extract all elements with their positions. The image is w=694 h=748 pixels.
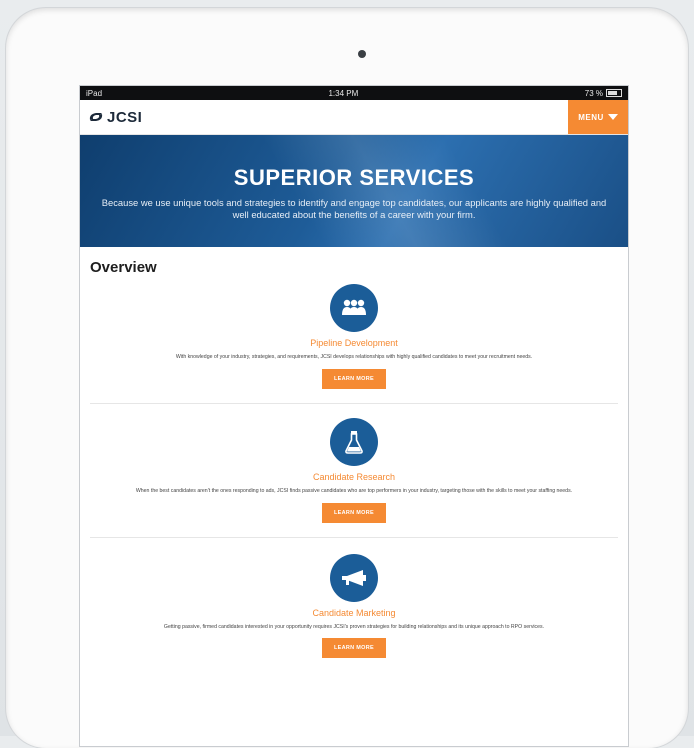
battery-indicator: 73 % [585, 89, 622, 98]
service-name[interactable]: Candidate Research [80, 472, 628, 482]
flask-icon [330, 417, 378, 466]
learn-more-button[interactable]: LEARN MORE [322, 638, 386, 659]
service-card: Pipeline Development With knowledge of y… [80, 282, 628, 403]
menu-label: MENU [578, 112, 604, 122]
menu-button[interactable]: MENU [568, 100, 628, 134]
learn-more-button[interactable]: LEARN MORE [322, 502, 386, 523]
service-card: Candidate Marketing Getting passive, fir… [80, 538, 628, 659]
hero-banner: SUPERIOR SERVICES Because we use unique … [80, 135, 628, 247]
hero-subtitle: Because we use unique tools and strategi… [101, 197, 607, 221]
navbar: JCSI MENU [80, 100, 628, 135]
tablet-screen: iPad 1:34 PM 73 % JCSI MENU SUPERIOR SER… [80, 86, 628, 746]
service-description: With knowledge of your industry, strateg… [175, 354, 533, 360]
section-title: Overview [90, 259, 157, 276]
learn-more-button[interactable]: LEARN MORE [322, 368, 386, 389]
battery-icon [605, 89, 622, 98]
people-icon [330, 284, 378, 332]
site-logo[interactable]: JCSI [80, 109, 142, 126]
front-camera [358, 50, 366, 58]
service-description: Getting passive, firmed candidates inter… [163, 623, 545, 630]
service-name[interactable]: Candidate Marketing [80, 608, 628, 618]
device-label: iPad [86, 88, 103, 98]
chevron-down-icon [607, 114, 618, 120]
hero-title: SUPERIOR SERVICES [233, 165, 475, 190]
status-bar: iPad 1:34 PM 73 % [80, 86, 628, 100]
megaphone-icon [330, 553, 378, 602]
service-name[interactable]: Pipeline Development [80, 338, 628, 348]
service-card: Candidate Research When the best candida… [80, 404, 628, 537]
service-description: When the best candidates aren't the ones… [135, 487, 573, 494]
clock: 1:34 PM [328, 88, 359, 98]
logo-icon [89, 113, 103, 121]
logo-text: JCSI [107, 108, 143, 126]
